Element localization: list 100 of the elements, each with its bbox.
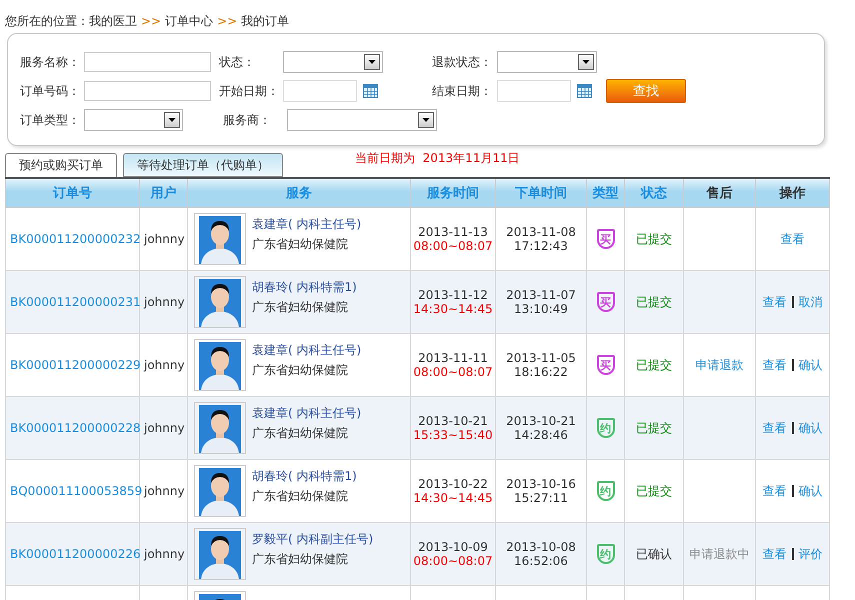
tab[interactable]: 等待处理订单（代购单） xyxy=(123,153,283,177)
order-time: 14:28:46 xyxy=(513,428,569,442)
order-date: 2013-11-05 xyxy=(505,351,577,365)
order-link[interactable]: BQ000011100053859 xyxy=(10,484,142,498)
user-name: johnny xyxy=(144,484,185,498)
tab[interactable]: 预约或购买订单 xyxy=(5,153,117,177)
field-label: 开始日期： xyxy=(219,82,280,100)
order-date: 2013-11-08 xyxy=(505,225,577,239)
action-link[interactable]: 查看 xyxy=(762,294,786,310)
service-date: 2013-10-09 xyxy=(417,540,489,554)
service-time: 15:33~15:40 xyxy=(412,428,494,442)
column-header: 类型 xyxy=(592,186,618,201)
service-time: 08:00~08:07 xyxy=(412,554,494,568)
type-badge: 约 xyxy=(596,481,614,501)
type-badge: 约 xyxy=(596,544,614,564)
order-status: 已提交 xyxy=(636,420,672,434)
action-link[interactable]: 查看 xyxy=(762,482,786,500)
service-time: 14:30~14:45 xyxy=(412,302,494,316)
action-link[interactable]: 查看 xyxy=(762,420,786,436)
user-name: johnny xyxy=(144,358,185,372)
user-name: johnny xyxy=(144,547,185,561)
current-date: 当前日期为 2013年11月11日 xyxy=(355,150,520,167)
hospital-name: 广东省妇幼保健院 xyxy=(252,425,349,442)
column-header: 订单号 xyxy=(53,186,92,201)
order-status: 已提交 xyxy=(636,294,672,308)
action-link[interactable]: 查看 xyxy=(762,546,786,562)
search-button[interactable]: 查找 xyxy=(606,79,686,103)
refund-status: 申请退款中 xyxy=(690,546,750,560)
type-badge: 买 xyxy=(596,355,614,375)
service-date: 2013-11-12 xyxy=(417,288,489,302)
hospital-name: 广东省妇幼保健院 xyxy=(252,488,349,505)
field-label: 状态： xyxy=(219,54,256,70)
breadcrumb-separator: >> xyxy=(217,14,238,28)
calendar-icon[interactable] xyxy=(576,84,592,98)
dropdown[interactable] xyxy=(84,109,183,131)
order-date: 2013-10-21 xyxy=(505,414,577,428)
action-link[interactable]: 确认 xyxy=(798,420,822,436)
doctor-link[interactable]: 罗毅平( 内科副主任号) xyxy=(252,531,374,548)
service-time: 08:00~08:07 xyxy=(412,365,494,379)
field-label: 服务商： xyxy=(223,112,272,128)
order-time: 13:10:49 xyxy=(513,302,569,316)
doctor-link[interactable]: 胡春玲( 内科特需1) xyxy=(252,279,357,296)
column-header: 下单时间 xyxy=(515,186,567,201)
service-date: 2013-11-11 xyxy=(417,351,489,365)
order-date: 2013-10-08 xyxy=(505,540,577,554)
order-time: 17:12:43 xyxy=(513,239,569,253)
caret-icon[interactable] xyxy=(418,112,434,128)
caret-icon[interactable] xyxy=(578,54,594,70)
order-date: 2013-11-07 xyxy=(505,288,577,302)
field-label: 退款状态： xyxy=(432,54,493,70)
action-link[interactable]: 查看 xyxy=(780,230,804,248)
action-link[interactable]: 取消 xyxy=(798,294,822,310)
column-header: 服务 xyxy=(286,186,312,201)
caret-icon[interactable] xyxy=(164,112,180,128)
column-header: 状态 xyxy=(641,186,667,201)
user-name: johnny xyxy=(144,295,185,309)
service-date: 2013-11-13 xyxy=(417,225,489,239)
refund-link[interactable]: 申请退款 xyxy=(696,358,744,372)
action-link[interactable]: 评价 xyxy=(798,546,822,562)
input-field[interactable] xyxy=(84,81,211,101)
dropdown[interactable] xyxy=(496,51,597,73)
hospital-name: 广东省妇幼保健院 xyxy=(252,362,349,379)
doctor-link[interactable]: 袁建章( 内科主任号) xyxy=(252,216,362,233)
breadcrumb-item: 我的订单 xyxy=(241,12,290,30)
input-field[interactable] xyxy=(84,52,211,72)
action-link[interactable]: 查看 xyxy=(762,356,786,374)
caret-icon[interactable] xyxy=(364,54,380,70)
field-label: 订单号码： xyxy=(20,82,81,100)
order-status: 已确认 xyxy=(636,546,672,560)
date-field[interactable] xyxy=(283,80,358,102)
order-time: 15:27:11 xyxy=(513,491,569,505)
action-link[interactable]: 确认 xyxy=(798,356,822,374)
field-label: 结束日期： xyxy=(432,82,493,100)
column-header: 服务时间 xyxy=(427,186,479,201)
service-date: 2013-10-21 xyxy=(417,414,489,428)
dropdown[interactable] xyxy=(287,109,437,131)
doctor-link[interactable]: 袁建章( 内科主任号) xyxy=(252,342,362,359)
date-field[interactable] xyxy=(496,80,571,102)
service-time: 14:30~14:45 xyxy=(412,491,494,505)
user-name: johnny xyxy=(144,232,185,246)
calendar-icon[interactable] xyxy=(363,84,378,98)
type-badge: 约 xyxy=(596,418,614,438)
action-link[interactable]: 确认 xyxy=(798,482,822,500)
type-badge: 买 xyxy=(596,292,614,312)
column-header: 售后 xyxy=(706,186,732,201)
breadcrumb-item: 订单中心 xyxy=(165,12,214,30)
order-time: 16:52:06 xyxy=(513,554,569,568)
type-badge: 买 xyxy=(596,229,614,249)
order-status: 已提交 xyxy=(636,232,672,246)
field-label: 服务名称： xyxy=(20,54,81,70)
hospital-name: 广东省妇幼保健院 xyxy=(252,551,349,568)
doctor-link[interactable]: 袁建章( 内科主任号) xyxy=(252,405,362,422)
service-date: 2013-10-22 xyxy=(417,477,489,491)
column-header: 用户 xyxy=(150,186,176,201)
order-time: 18:16:22 xyxy=(513,365,569,379)
order-status: 已提交 xyxy=(636,358,672,372)
column-header: 操作 xyxy=(780,186,806,201)
doctor-link[interactable]: 胡春玲( 内科特需1) xyxy=(252,468,357,485)
dropdown[interactable] xyxy=(283,51,384,73)
field-label: 订单类型： xyxy=(20,112,81,128)
